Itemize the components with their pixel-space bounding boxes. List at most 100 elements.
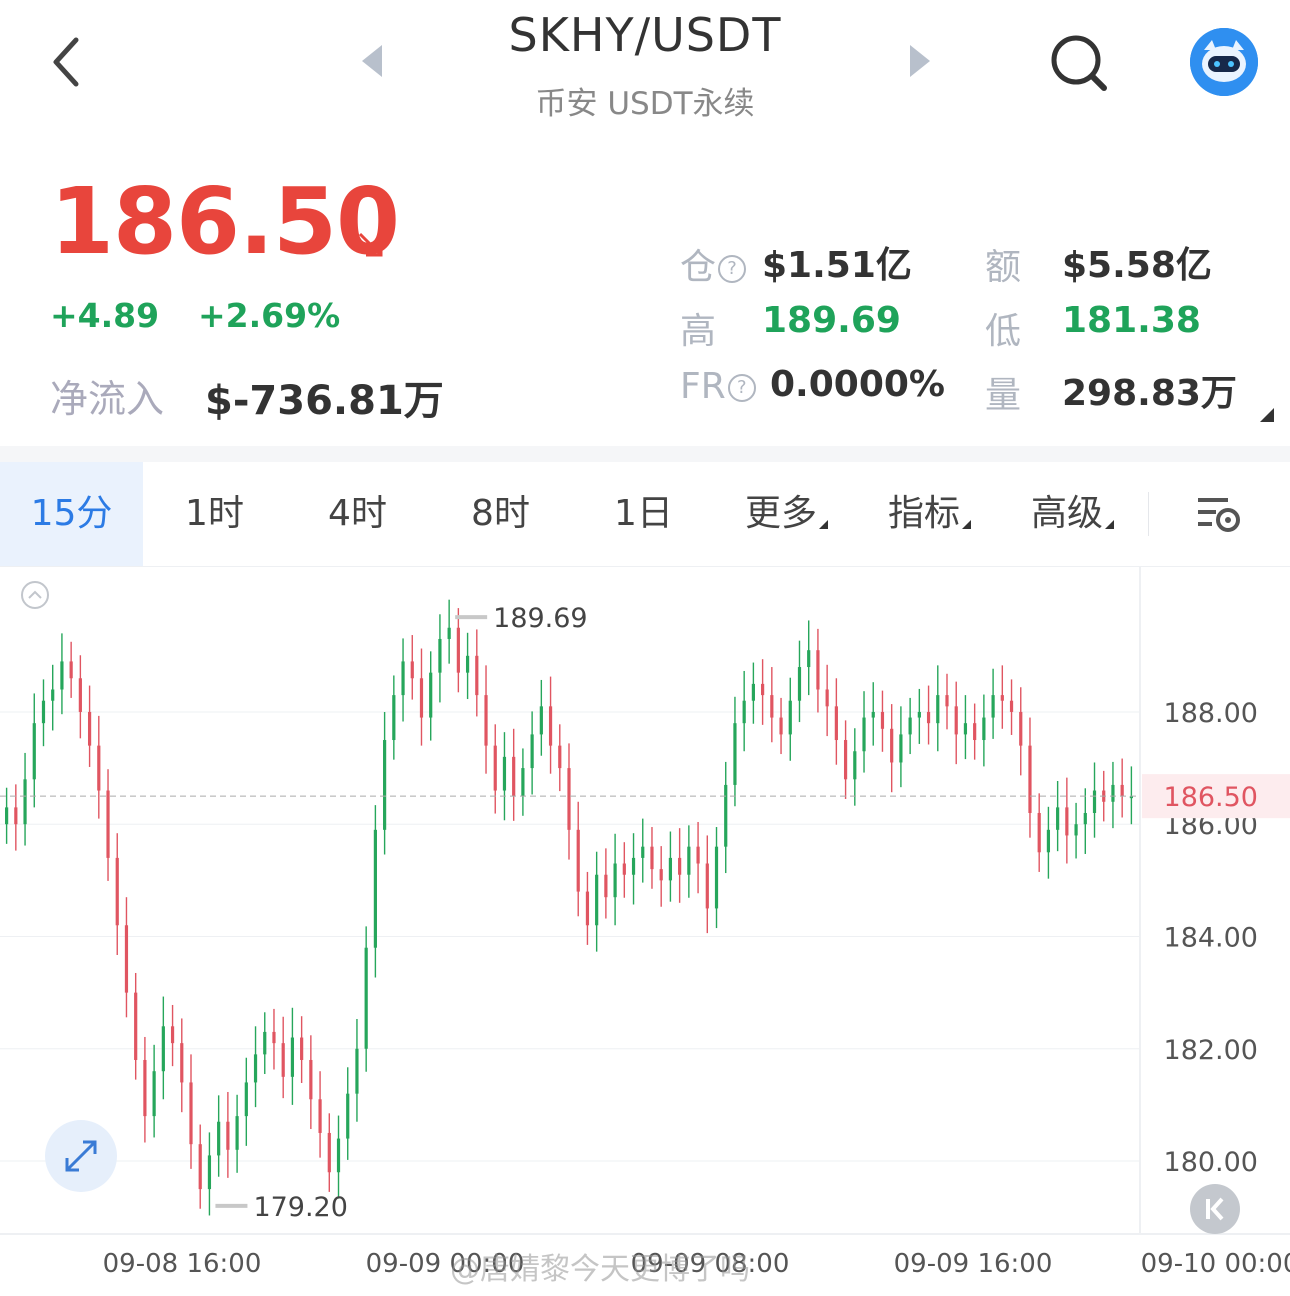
- candle-body: [908, 717, 912, 735]
- candle-body: [714, 846, 719, 909]
- candle-body: [751, 683, 755, 701]
- candle-body: [1111, 784, 1115, 802]
- candle-body: [530, 734, 534, 769]
- candle-body: [871, 711, 875, 718]
- jump-to-latest-icon[interactable]: [1190, 1184, 1240, 1234]
- candle-body: [604, 874, 608, 898]
- candle-body: [235, 1116, 239, 1150]
- price-chart[interactable]: 188.00186.00184.00182.00180.00189.69179.…: [0, 566, 1290, 1296]
- volume-label: 量: [985, 375, 1022, 416]
- candle-body: [825, 689, 829, 707]
- candle-body: [263, 1031, 267, 1055]
- candle-body: [152, 1071, 156, 1117]
- candle-body: [1056, 807, 1060, 830]
- candle-body: [576, 829, 580, 892]
- candle-body: [475, 655, 479, 696]
- last-price: 186.50: [50, 168, 400, 275]
- candle-body: [32, 723, 36, 780]
- candle-body: [493, 745, 497, 791]
- candle-body: [1065, 807, 1069, 836]
- candle-body: [1092, 790, 1097, 813]
- candle-body: [429, 672, 433, 718]
- turnover-label: 额: [985, 247, 1022, 288]
- candle-body: [1083, 812, 1087, 825]
- tab-more[interactable]: 更多: [715, 462, 858, 566]
- next-symbol-icon[interactable]: [910, 45, 930, 77]
- candle-body: [807, 650, 811, 668]
- dropdown-icon: [1105, 520, 1114, 529]
- help-icon[interactable]: ?: [727, 374, 756, 402]
- candle-body: [890, 728, 894, 763]
- y-tick-label: 182.00: [1164, 1035, 1258, 1066]
- candle-body: [97, 745, 101, 791]
- candle-body: [309, 1059, 313, 1100]
- candle-body: [899, 734, 903, 763]
- timeframe-tabs: 15分 1时 4时 8时 1日 更多 指标 高级: [0, 462, 1290, 567]
- candle-body: [622, 863, 626, 875]
- tab-1d[interactable]: 1日: [572, 462, 715, 566]
- candle-body: [687, 846, 691, 875]
- candle-body: [244, 1082, 248, 1117]
- candle-body: [696, 846, 700, 864]
- open-interest-label: 仓?: [680, 238, 747, 290]
- help-icon[interactable]: ?: [718, 255, 747, 283]
- candle-body: [641, 846, 645, 858]
- funding-rate-label: FR?: [680, 366, 756, 407]
- candle-body: [281, 1043, 285, 1077]
- x-tick-label: 09-08 16:00: [103, 1249, 262, 1279]
- candle-body: [438, 638, 442, 673]
- candle-body: [659, 869, 663, 881]
- candle-body: [1037, 812, 1041, 853]
- candle-body: [678, 857, 682, 875]
- tab-15m[interactable]: 15分: [0, 462, 143, 566]
- candle-body: [198, 1144, 202, 1190]
- candle-body: [383, 740, 387, 830]
- candle-body: [300, 1037, 304, 1060]
- candle-body: [991, 695, 995, 718]
- candle-body: [484, 695, 488, 746]
- search-icon[interactable]: [1046, 30, 1112, 96]
- x-tick-label: 09-09 16:00: [894, 1249, 1053, 1279]
- candle-body: [945, 695, 949, 707]
- candle-body: [834, 706, 838, 741]
- candle-body: [327, 1132, 331, 1173]
- candle-body: [585, 891, 590, 926]
- fullscreen-icon[interactable]: [45, 1120, 117, 1192]
- tab-1h[interactable]: 1时: [143, 462, 286, 566]
- current-price-label: 186.50: [1164, 782, 1258, 813]
- candle-body: [936, 695, 940, 724]
- robot-avatar-icon[interactable]: [1190, 28, 1258, 96]
- candle-body: [87, 711, 92, 746]
- candle-body: [253, 1054, 258, 1083]
- tab-8h[interactable]: 8时: [429, 462, 572, 566]
- candle-body: [926, 711, 931, 724]
- candle-body: [189, 1082, 193, 1145]
- candle-body: [143, 1059, 147, 1117]
- candle-body: [355, 1048, 359, 1094]
- candle-body: [447, 627, 451, 639]
- candle-body: [733, 723, 737, 785]
- open-interest-value: $1.51亿: [762, 245, 912, 286]
- candle-body: [567, 768, 571, 830]
- candle-body: [78, 678, 82, 712]
- candle-body: [862, 717, 866, 752]
- tab-4h[interactable]: 4时: [286, 462, 429, 566]
- turnover-value: $5.58亿: [1062, 245, 1212, 286]
- tab-advanced[interactable]: 高级: [1001, 462, 1144, 566]
- expand-stats-icon[interactable]: [1260, 408, 1274, 422]
- candle-body: [539, 706, 543, 735]
- candle-body: [770, 695, 774, 718]
- price-change-pct: +2.69%: [198, 296, 341, 335]
- candle-body: [115, 857, 119, 926]
- candle-body: [650, 846, 654, 870]
- tab-indicators[interactable]: 指标: [858, 462, 1001, 566]
- chart-settings-icon[interactable]: [1196, 494, 1242, 536]
- collapse-icon[interactable]: [20, 580, 50, 610]
- candle-body: [106, 790, 110, 858]
- tab-divider: [1148, 492, 1149, 536]
- max-label: 189.69: [493, 603, 587, 634]
- candle-body: [392, 695, 396, 741]
- candle-body: [290, 1037, 295, 1077]
- min-label: 179.20: [253, 1192, 347, 1223]
- candle-body: [1019, 711, 1023, 746]
